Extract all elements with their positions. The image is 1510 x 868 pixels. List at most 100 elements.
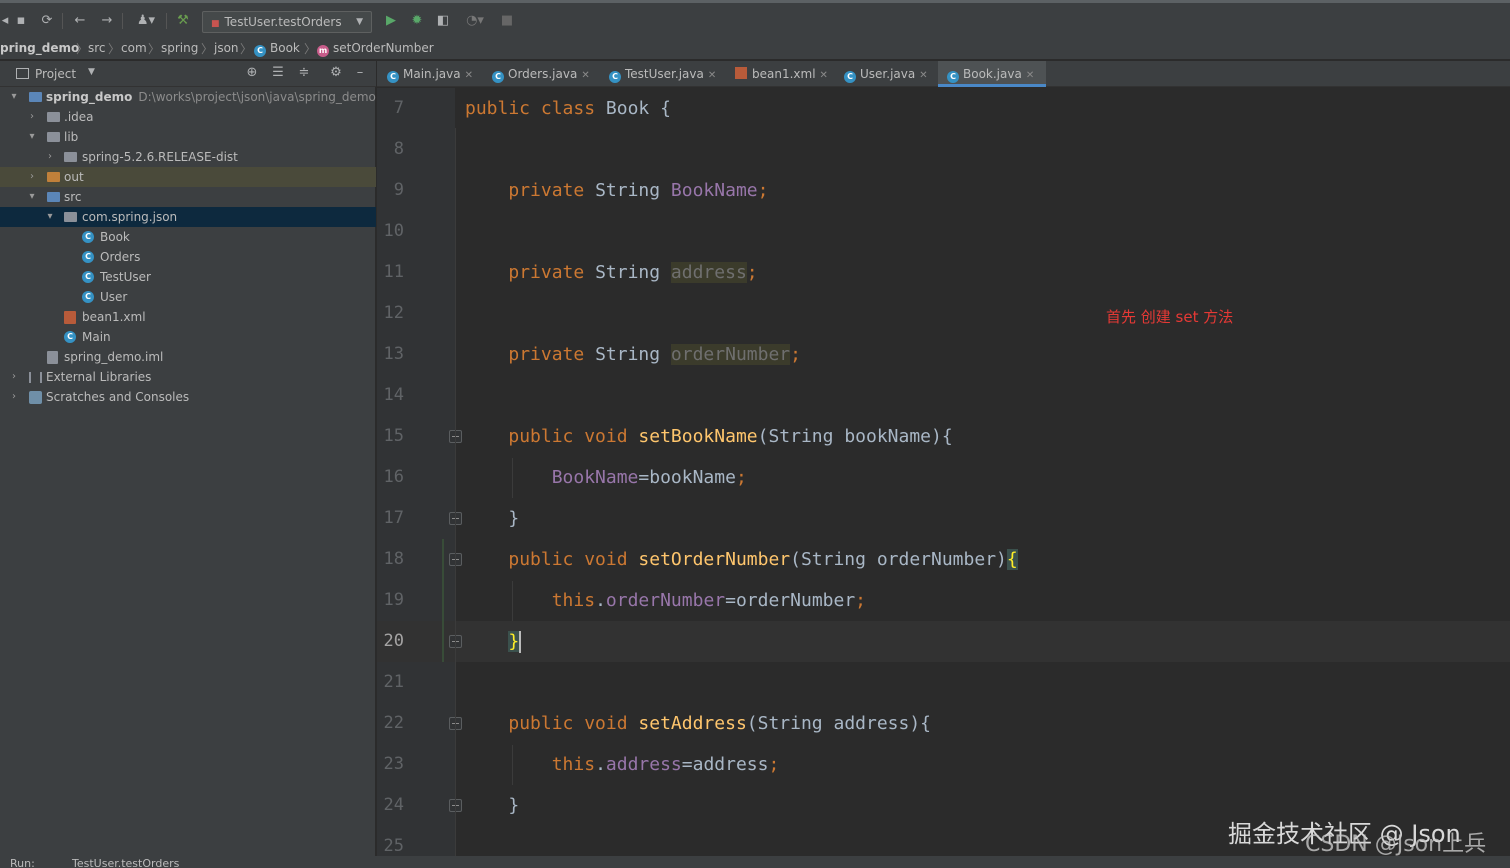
build-icon[interactable]: ⚒ xyxy=(174,12,192,30)
tree-item-testuser[interactable]: C TestUser xyxy=(0,267,376,287)
minimize-icon[interactable]: – xyxy=(352,65,368,81)
tree-item-main[interactable]: C Main xyxy=(0,327,376,347)
tree-item-scratches[interactable]: › Scratches and Consoles xyxy=(0,387,376,407)
breadcrumb-item-json[interactable]: json xyxy=(214,41,239,55)
breadcrumb-item-spring[interactable]: spring xyxy=(161,41,198,55)
keyword: public void xyxy=(508,426,639,447)
code-text: Book { xyxy=(605,98,671,119)
run-tool-window-header: Run: TestUser.testOrders xyxy=(0,856,1510,868)
tree-item-external-libraries[interactable]: › External Libraries xyxy=(0,367,376,387)
locate-icon[interactable]: ⊕ xyxy=(244,65,260,81)
stop-icon[interactable]: ■ xyxy=(498,12,516,30)
expand-arrow-icon[interactable]: ▾ xyxy=(8,87,20,107)
tab-testuser-java[interactable]: C TestUser.java ✕ xyxy=(609,61,731,87)
expand-arrow-icon[interactable]: ▾ xyxy=(26,187,38,207)
profile-icon[interactable]: ◔▾ xyxy=(458,12,492,30)
close-icon[interactable]: ✕ xyxy=(919,70,927,81)
forward-icon[interactable]: → xyxy=(98,12,116,30)
breadcrumb-item-src[interactable]: src xyxy=(88,41,106,55)
tab-main-java[interactable]: C Main.java ✕ xyxy=(387,61,490,87)
toolbar-separator xyxy=(122,13,123,29)
tree-item-lib[interactable]: ▾ lib xyxy=(0,127,376,147)
line-number: 15 xyxy=(383,426,404,446)
tree-item-orders[interactable]: C Orders xyxy=(0,247,376,267)
close-icon[interactable]: ✕ xyxy=(581,70,589,81)
sync-icon[interactable]: ⟳ xyxy=(38,12,56,30)
collapsed-arrow-icon[interactable]: › xyxy=(8,367,20,387)
back-icon[interactable]: ← xyxy=(71,12,89,30)
project-panel-title[interactable]: Project xyxy=(35,67,76,81)
semicolon: ; xyxy=(735,467,747,488)
collapsed-arrow-icon[interactable]: › xyxy=(44,147,56,167)
line-number: 14 xyxy=(383,385,404,405)
code-text: (String address){ xyxy=(746,713,932,734)
breadcrumb-separator: 〉 xyxy=(240,42,253,56)
gear-icon[interactable]: ⚙ xyxy=(328,65,344,81)
test-class-icon: C xyxy=(82,271,94,283)
chevron-down-icon[interactable]: ▼ xyxy=(88,67,95,77)
text-caret xyxy=(519,631,522,653)
tree-item-iml[interactable]: spring_demo.iml xyxy=(0,347,376,367)
tab-orders-java[interactable]: C Orders.java ✕ xyxy=(492,61,607,87)
tab-book-java[interactable]: C Book.java ✕ xyxy=(938,61,1046,87)
tree-item-spring-demo[interactable]: ▾ spring_demo D:\works\project\json\java\… xyxy=(0,87,376,107)
breadcrumb-item-book[interactable]: C Book xyxy=(254,41,300,57)
keyword: private xyxy=(508,180,596,201)
debug-icon[interactable]: ✹ xyxy=(408,12,426,30)
project-panel-header: Project ▼ ⊕ ☰ ≑ ⚙ – xyxy=(0,61,376,87)
tree-label: Book xyxy=(100,230,130,244)
tree-item-package[interactable]: ▾ com.spring.json xyxy=(0,207,376,227)
tree-item-spring-dist[interactable]: › spring-5.2.6.RELEASE-dist xyxy=(0,147,376,167)
tree-item-idea[interactable]: › .idea xyxy=(0,107,376,127)
tree-item-bean1-xml[interactable]: bean1.xml xyxy=(0,307,376,327)
run-configuration-select[interactable]: ■ TestUser.testOrders ▼ xyxy=(202,11,372,33)
line-number: 23 xyxy=(383,754,404,774)
close-icon[interactable]: ✕ xyxy=(465,70,473,81)
tree-item-user[interactable]: C User xyxy=(0,287,376,307)
line-number: 11 xyxy=(383,262,404,282)
semicolon: ; xyxy=(746,262,758,283)
keyword: public void xyxy=(508,713,639,734)
expand-arrow-icon[interactable]: ▾ xyxy=(44,207,56,227)
breadcrumb-item-project[interactable]: pring_demo xyxy=(0,41,79,55)
tab-bean1-xml[interactable]: bean1.xml ✕ xyxy=(735,61,840,87)
xml-file-icon xyxy=(64,311,76,324)
tab-user-java[interactable]: C User.java ✕ xyxy=(844,61,938,87)
coverage-icon[interactable]: ◧ xyxy=(434,12,452,30)
breadcrumb-item-method[interactable]: m setOrderNumber xyxy=(317,41,434,57)
run-label[interactable]: Run: xyxy=(10,858,35,868)
expand-all-icon[interactable]: ☰ xyxy=(270,65,286,81)
matched-brace: } xyxy=(508,631,520,652)
code-line-20: } xyxy=(465,621,522,662)
run-tab-label[interactable]: TestUser.testOrders xyxy=(72,858,179,868)
line-number: 8 xyxy=(393,139,404,159)
module-file-icon xyxy=(47,351,58,364)
collapsed-arrow-icon[interactable]: › xyxy=(26,107,38,127)
close-icon[interactable]: ✕ xyxy=(820,70,828,81)
close-icon[interactable]: ✕ xyxy=(708,70,716,81)
keyword: public class xyxy=(465,98,606,119)
line-number: 16 xyxy=(383,467,404,487)
semicolon: ; xyxy=(768,754,780,775)
run-icon[interactable]: ▶ xyxy=(382,12,400,30)
scratches-icon xyxy=(29,391,42,404)
field-name: address xyxy=(605,754,682,775)
tree-item-out[interactable]: › out xyxy=(0,167,376,187)
line-number: 24 xyxy=(383,795,404,815)
tree-item-src[interactable]: ▾ src xyxy=(0,187,376,207)
expand-arrow-icon[interactable]: ▾ xyxy=(26,127,38,147)
user-icon[interactable]: ♟▾ xyxy=(132,12,160,30)
code-line-15: public void setBookName(String bookName)… xyxy=(465,416,952,457)
breadcrumb-separator: 〉 xyxy=(76,42,89,56)
collapse-all-icon[interactable]: ≑ xyxy=(296,65,312,81)
tree-label: TestUser xyxy=(100,270,151,284)
collapsed-arrow-icon[interactable]: › xyxy=(8,387,20,407)
tree-item-book[interactable]: C Book xyxy=(0,227,376,247)
close-icon[interactable]: ✕ xyxy=(1026,70,1034,81)
class-icon: C xyxy=(82,291,94,303)
save-icon[interactable]: ▪ xyxy=(12,12,30,30)
breadcrumb-item-com[interactable]: com xyxy=(121,41,147,55)
tab-label: User.java xyxy=(860,67,916,81)
collapsed-arrow-icon[interactable]: › xyxy=(26,167,38,187)
code-line-18: public void setOrderNumber(String orderN… xyxy=(465,539,1018,580)
